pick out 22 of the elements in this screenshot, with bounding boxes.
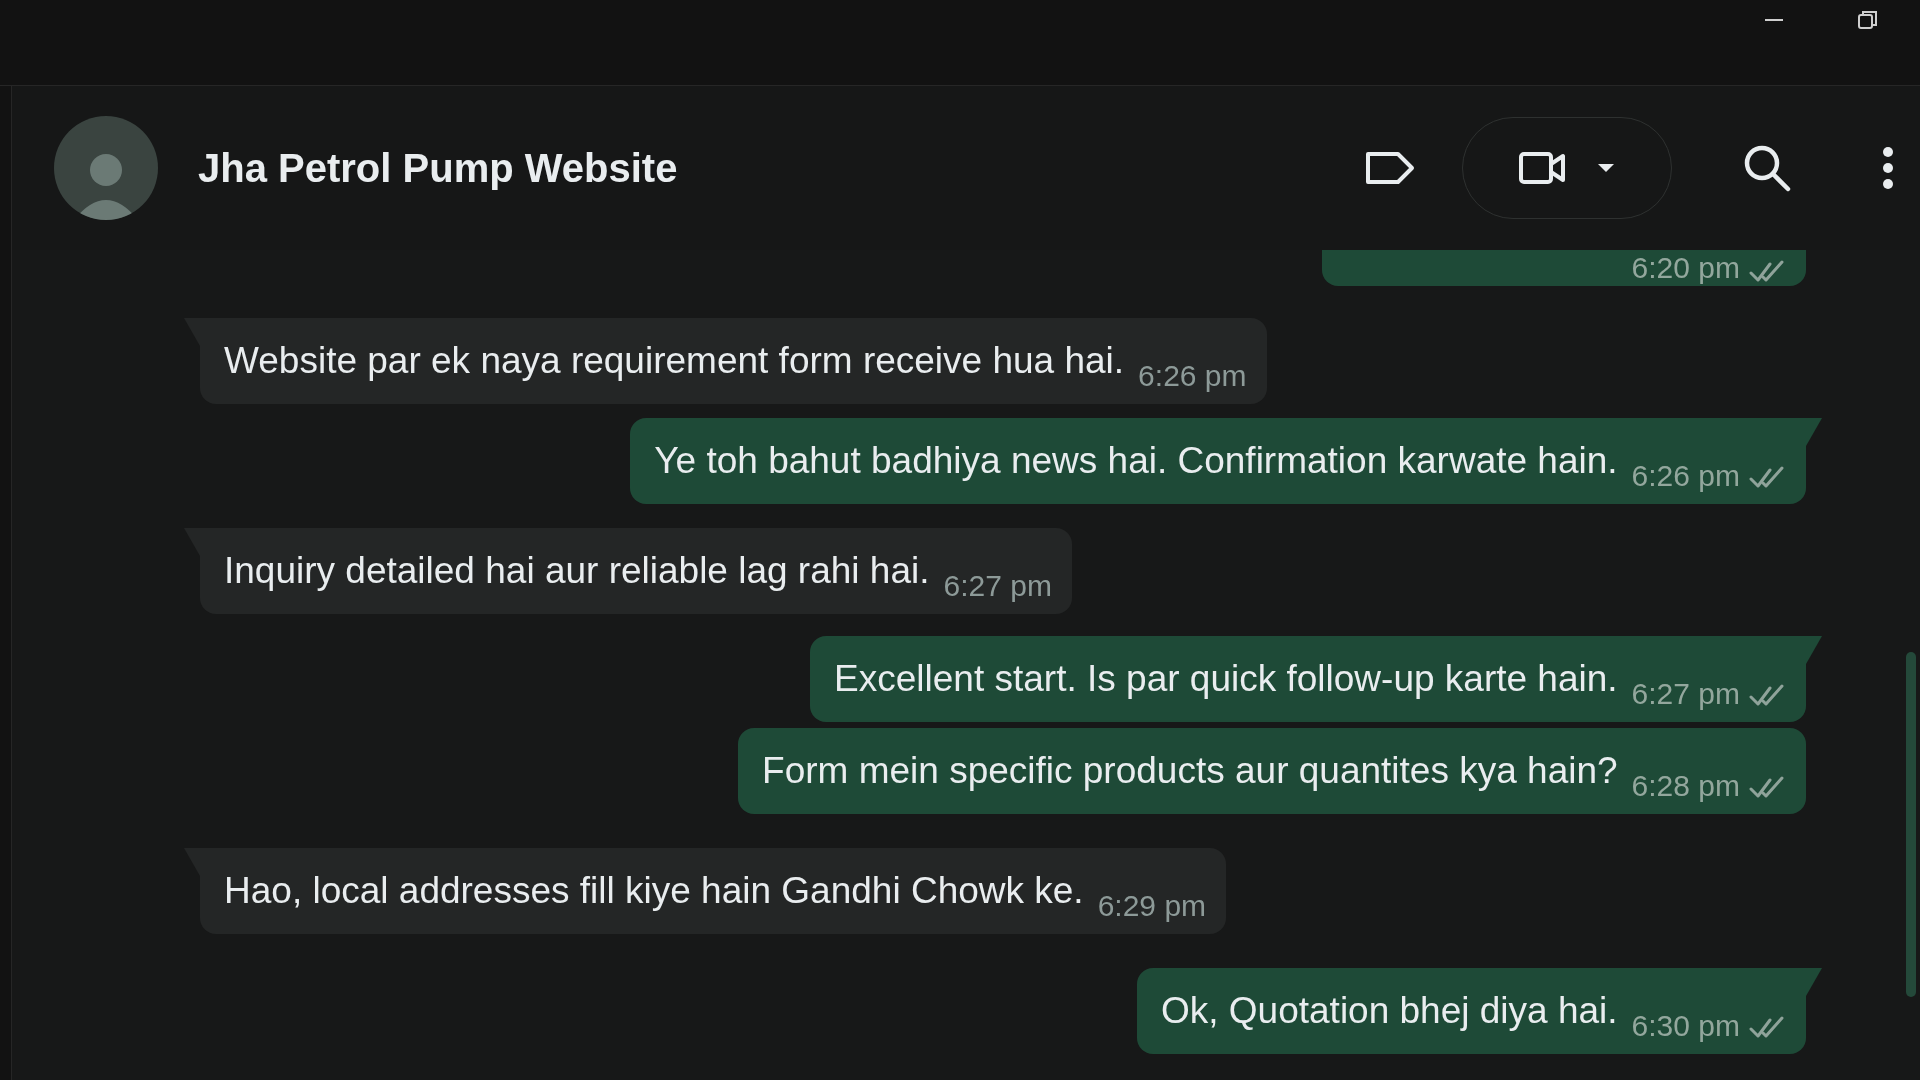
message-time: 6:30 pm: [1631, 1010, 1740, 1042]
video-camera-icon: [1518, 150, 1566, 186]
more-options-icon[interactable]: [1882, 146, 1894, 190]
restore-icon[interactable]: [1856, 8, 1880, 32]
message-text: Ye toh bahut badhiya news hai. Confirmation karwate hain.: [654, 439, 1618, 483]
message-text: Ok, Quotation bhej diya hai.: [1160, 989, 1618, 1033]
message-text: Excellent start. Is par quick follow-up karte hain.: [834, 657, 1618, 701]
message-time: 6:27 pm: [1631, 678, 1740, 710]
search-icon[interactable]: [1742, 143, 1792, 193]
scrollbar[interactable]: [1906, 652, 1916, 997]
caret-icon: [1596, 162, 1616, 174]
message-time: 6:26 pm: [1138, 360, 1247, 392]
message-time: 6:20 pm: [1631, 252, 1740, 284]
chat-title: Jha Petrol Pump Website: [198, 145, 678, 192]
message-time: 6:26 pm: [1631, 460, 1740, 492]
message-text: Website par ek naya requirement form receive hua hai.: [224, 339, 1125, 383]
message-time: 6:27 pm: [943, 570, 1052, 602]
message-text: Hao, local addresses fill kiye hain Gandhi Chowk ke.: [224, 869, 1084, 913]
message-time: 6:29 pm: [1097, 890, 1207, 922]
message-text: Form mein specific products aur quantites kya hain?: [762, 749, 1618, 793]
message-time: 6:28 pm: [1631, 770, 1740, 802]
message-text: Inquiry detailed hai aur reliable lag rahi hai.: [224, 549, 930, 593]
